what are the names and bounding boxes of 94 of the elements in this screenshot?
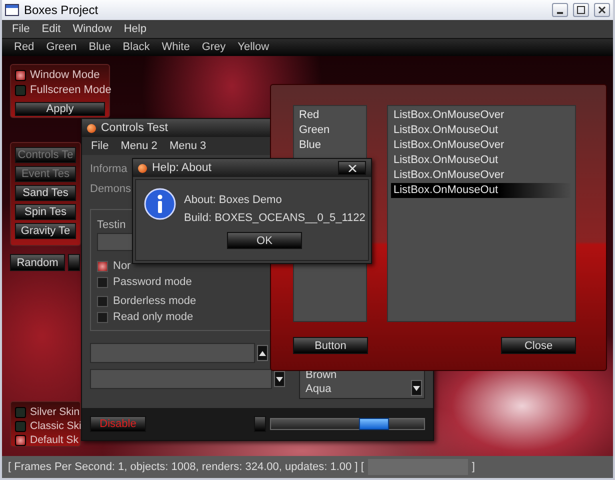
ok-button[interactable]: OK — [227, 232, 302, 249]
radio-label: Silver Skin — [30, 406, 80, 419]
radio-option[interactable]: Fullscreen Mode — [15, 84, 112, 97]
color-menu-item[interactable]: Green — [40, 39, 83, 56]
radio-indicator[interactable] — [15, 407, 26, 418]
color-menu-item[interactable]: Blue — [82, 39, 117, 56]
radio-indicator[interactable] — [15, 70, 26, 81]
list-item[interactable]: ListBox.OnMouseOver — [391, 138, 572, 153]
dialog-title: Help: About — [152, 162, 212, 174]
menu-item[interactable]: File — [6, 20, 36, 38]
window-dot-icon — [87, 124, 96, 132]
list-item[interactable]: Red — [297, 108, 364, 123]
menu-item[interactable]: Menu 3 — [163, 137, 212, 155]
list-box[interactable]: Brown Aqua — [298, 368, 425, 399]
window-button[interactable]: Close — [501, 337, 576, 354]
menu-item[interactable]: File — [85, 137, 115, 155]
color-menu-item[interactable]: White — [156, 39, 196, 56]
list-item[interactable]: ListBox.OnMouseOver — [391, 168, 572, 183]
checkbox[interactable] — [97, 260, 108, 272]
radio-option[interactable]: Silver Skin — [15, 406, 80, 419]
slider-track[interactable] — [270, 418, 425, 430]
radio-label: Fullscreen Mode — [30, 84, 112, 97]
close-icon — [348, 164, 356, 172]
radio-indicator[interactable] — [15, 85, 26, 96]
dropdown-field[interactable] — [90, 369, 272, 389]
random-button[interactable]: Random — [10, 254, 65, 271]
radio-indicator[interactable] — [15, 421, 26, 432]
minimize-button[interactable] — [552, 3, 568, 17]
window-button[interactable]: Button — [293, 337, 368, 354]
checkbox-label: Borderless mode — [113, 294, 196, 308]
window-title: Boxes Project — [24, 3, 100, 17]
checkbox[interactable] — [97, 296, 108, 306]
info-text: Informa — [90, 162, 128, 177]
list-box[interactable]: ListBox.OnMouseOver ListBox.OnMouseOut ListBox.OnMouseOver ListBox.OnMouseOut ListBox.OnMouseOver ListBox.OnMouseOut — [387, 105, 576, 322]
button[interactable] — [68, 254, 80, 271]
radio-indicator[interactable] — [15, 435, 26, 446]
checkbox-label: Read only mode — [113, 310, 194, 324]
info-icon — [144, 188, 176, 220]
maximize-button[interactable] — [573, 3, 589, 17]
group-label: Testin — [97, 219, 126, 232]
list-item[interactable]: ListBox.OnMouseOut — [391, 183, 572, 198]
button[interactable] — [254, 416, 266, 432]
color-menu-item[interactable]: Grey — [196, 39, 232, 56]
spin-field[interactable] — [90, 343, 255, 363]
info-text: Demons — [90, 182, 131, 197]
radio-option[interactable]: Default Sk — [15, 434, 78, 447]
checkbox[interactable] — [97, 312, 108, 322]
list-item[interactable]: ListBox.OnMouseOut — [391, 153, 572, 168]
checkbox-option[interactable]: Password mode — [97, 275, 192, 289]
menu-item[interactable]: Menu 2 — [114, 137, 164, 155]
list-item[interactable]: ListBox.OnMouseOver — [391, 108, 572, 123]
radio-label: Default Sk — [30, 434, 78, 447]
dropdown-button[interactable] — [274, 371, 284, 387]
list-item[interactable]: Aqua — [306, 382, 332, 396]
window-title: Controls Test — [101, 122, 168, 134]
up-arrow-icon — [259, 350, 266, 356]
list-item[interactable]: ListBox.OnMouseOut — [391, 123, 572, 138]
status-text: [ Frames Per Second: 1, objects: 1008, renders: 324.00, updates: 1.00 ] [ — [8, 461, 364, 473]
status-text: ] — [472, 461, 475, 473]
close-button[interactable] — [338, 161, 366, 175]
checkbox-label: Nor — [113, 259, 131, 273]
close-icon — [598, 6, 606, 14]
menu-item[interactable]: Help — [118, 20, 152, 38]
test-button[interactable]: Sand Tes — [15, 185, 76, 201]
radio-option[interactable]: Classic Ski — [15, 420, 82, 433]
dropdown-button[interactable] — [411, 380, 422, 396]
app-window-icon — [5, 4, 19, 16]
menu-item[interactable]: Window — [66, 20, 118, 38]
color-menu-item[interactable]: Black — [116, 39, 156, 56]
down-arrow-icon — [413, 386, 420, 390]
checkbox-label: Password mode — [113, 275, 192, 289]
checkbox[interactable] — [97, 276, 108, 288]
color-menu-item[interactable]: Red — [8, 39, 40, 56]
maximize-icon — [577, 6, 585, 14]
test-button[interactable]: Gravity Te — [15, 223, 76, 239]
list-item[interactable]: Brown — [306, 368, 337, 382]
radio-label: Classic Ski — [30, 420, 82, 433]
radio-label: Window Mode — [30, 69, 100, 82]
spin-button[interactable] — [257, 345, 268, 361]
test-button[interactable]: Spin Tes — [15, 204, 76, 220]
close-button[interactable] — [594, 3, 610, 17]
color-menu-item[interactable]: Yellow — [232, 39, 276, 56]
window-dot-icon — [138, 164, 147, 172]
radio-option[interactable]: Window Mode — [15, 69, 100, 82]
list-item[interactable]: Blue — [297, 138, 364, 153]
apply-button[interactable]: Apply — [15, 102, 105, 116]
checkbox-option[interactable]: Read only mode — [97, 310, 194, 324]
checkbox-option[interactable]: Borderless mode — [97, 294, 196, 308]
slider-thumb[interactable] — [358, 418, 388, 430]
checkbox-option[interactable]: Nor — [97, 259, 131, 273]
menu-item[interactable]: Edit — [36, 20, 67, 38]
down-arrow-icon — [276, 376, 282, 382]
list-item[interactable]: Green — [297, 123, 364, 138]
about-text: About: Boxes Demo — [184, 194, 283, 206]
